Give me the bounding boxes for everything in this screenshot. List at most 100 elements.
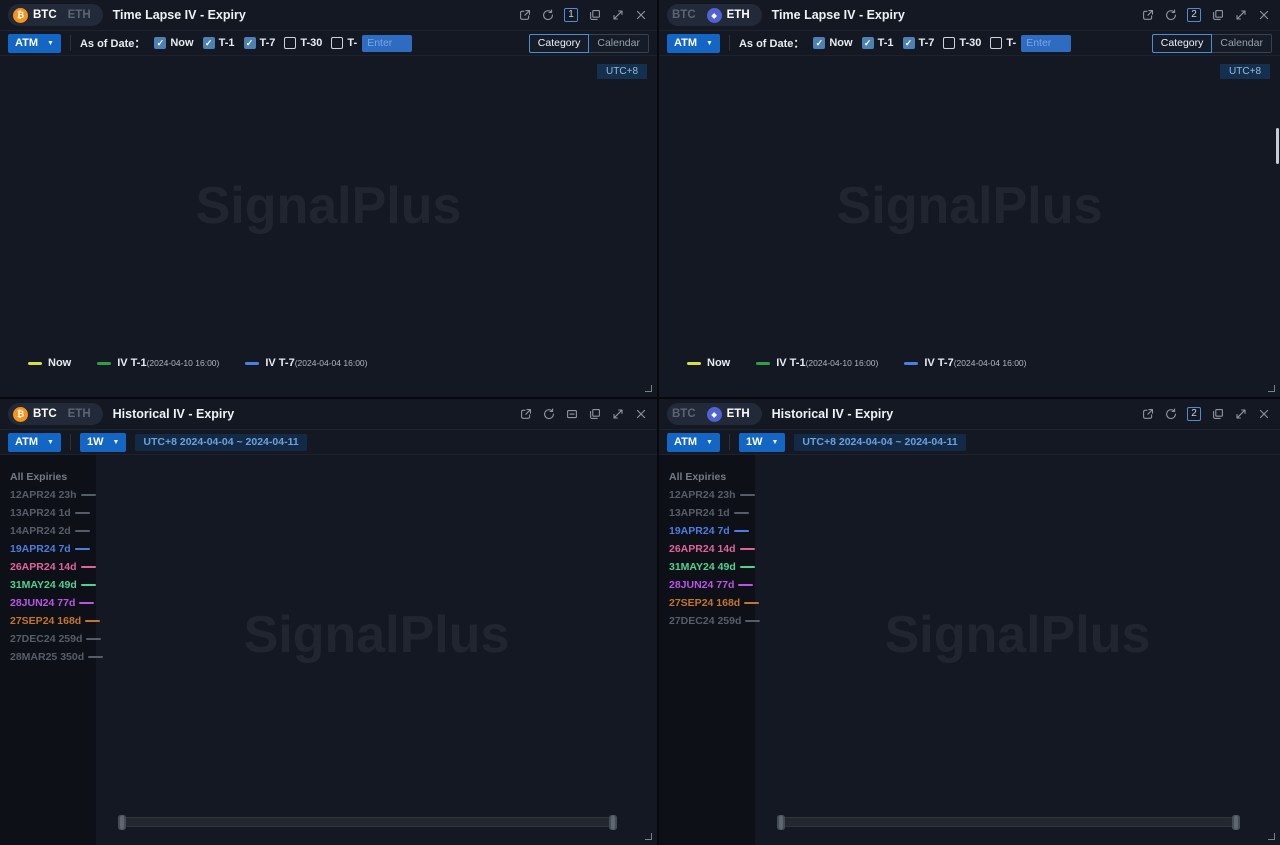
checkbox-t30[interactable]: T-30 (284, 37, 322, 49)
checkbox-now[interactable]: Now (154, 37, 193, 49)
expiry-item[interactable]: 28JUN24 77d (10, 594, 96, 612)
expiry-item[interactable]: All Expiries (10, 468, 96, 486)
asset-option-btc[interactable]: ₿ BTC (13, 407, 57, 422)
atm-dropdown[interactable]: ATM ▼ (8, 34, 61, 53)
slider-handle-right[interactable] (609, 815, 617, 830)
historical-chart[interactable] (96, 455, 657, 785)
expiry-item[interactable]: 14APR24 2d (10, 522, 96, 540)
refresh-icon[interactable] (1164, 408, 1177, 421)
window-count-badge[interactable]: 1 (564, 8, 578, 22)
expiry-item[interactable]: 12APR24 23h (10, 486, 96, 504)
slider-track[interactable] (122, 817, 613, 827)
expiry-item[interactable]: 19APR24 7d (10, 540, 96, 558)
expiry-item[interactable]: 27DEC24 259d (10, 630, 96, 648)
open-in-new-icon[interactable] (1141, 9, 1154, 22)
expiry-item[interactable]: 28JUN24 77d (669, 576, 755, 594)
scrollbar-thumb[interactable] (1276, 128, 1279, 164)
asset-option-eth[interactable]: ◆ ETH (707, 407, 750, 422)
tab-category[interactable]: Category (529, 34, 590, 53)
period-dropdown[interactable]: 1W ▼ (739, 433, 785, 452)
checkbox-t1[interactable]: T-1 (203, 37, 235, 49)
expiry-item[interactable]: 26APR24 14d (669, 540, 755, 558)
slider-handle-left[interactable] (118, 815, 126, 830)
slider-handle-left[interactable] (777, 815, 785, 830)
open-in-new-icon[interactable] (1141, 408, 1154, 421)
atm-dropdown[interactable]: ATM ▼ (8, 433, 61, 452)
asset-option-eth[interactable]: ETH (68, 408, 91, 420)
asset-toggle[interactable]: ₿ BTC ETH (8, 403, 103, 425)
timelapse-chart[interactable] (659, 56, 1280, 352)
expiry-item[interactable]: All Expiries (669, 468, 755, 486)
asset-toggle[interactable]: BTC ◆ ETH (667, 4, 762, 26)
time-range-slider[interactable] (781, 815, 1236, 830)
expiry-item[interactable]: 28MAR25 350d (10, 648, 96, 666)
expand-icon[interactable] (611, 9, 624, 22)
refresh-icon[interactable] (1164, 9, 1177, 22)
expand-icon[interactable] (1234, 9, 1247, 22)
resize-handle[interactable] (1268, 385, 1275, 392)
timelapse-chart[interactable] (0, 56, 657, 352)
open-in-new-icon[interactable] (519, 408, 532, 421)
refresh-icon[interactable] (542, 408, 555, 421)
tab-category[interactable]: Category (1152, 34, 1213, 53)
checkbox-t7[interactable]: T-7 (903, 37, 935, 49)
close-icon[interactable] (634, 9, 647, 22)
checkbox-now[interactable]: Now (813, 37, 852, 49)
asset-option-btc[interactable]: ₿ BTC (13, 8, 57, 23)
legend-item[interactable]: IV T-1(2024-04-10 16:00) (97, 357, 219, 369)
checkbox-t1[interactable]: T-1 (862, 37, 894, 49)
slider-track[interactable] (781, 817, 1236, 827)
asset-option-eth[interactable]: ◆ ETH (707, 8, 750, 23)
asset-option-eth[interactable]: ETH (68, 9, 91, 21)
t-custom-input[interactable] (362, 35, 412, 52)
window-count-badge[interactable]: 2 (1187, 8, 1201, 22)
tab-calendar[interactable]: Calendar (1212, 34, 1272, 53)
expiry-item[interactable]: 27SEP24 168d (10, 612, 96, 630)
legend-item[interactable]: IV T-1(2024-04-10 16:00) (756, 357, 878, 369)
expiry-item[interactable]: 26APR24 14d (10, 558, 96, 576)
refresh-icon[interactable] (541, 9, 554, 22)
close-icon[interactable] (634, 408, 647, 421)
period-dropdown[interactable]: 1W ▼ (80, 433, 126, 452)
expiry-item[interactable]: 27DEC24 259d (669, 612, 755, 630)
tab-calendar[interactable]: Calendar (589, 34, 649, 53)
expiry-item[interactable]: 19APR24 7d (669, 522, 755, 540)
resize-handle[interactable] (1268, 833, 1275, 840)
atm-dropdown[interactable]: ATM ▼ (667, 34, 720, 53)
expand-icon[interactable] (611, 408, 624, 421)
slider-handle-right[interactable] (1232, 815, 1240, 830)
legend-item[interactable]: Now (28, 357, 71, 369)
t-custom-input[interactable] (1021, 35, 1071, 52)
close-icon[interactable] (1257, 9, 1270, 22)
window-count-badge[interactable]: 2 (1187, 407, 1201, 421)
expiry-item[interactable]: 27SEP24 168d (669, 594, 755, 612)
legend-item[interactable]: Now (687, 357, 730, 369)
historical-chart[interactable] (755, 455, 1280, 785)
asset-toggle[interactable]: BTC ◆ ETH (667, 403, 762, 425)
resize-handle[interactable] (645, 385, 652, 392)
duplicate-icon[interactable] (1211, 408, 1224, 421)
time-range-slider[interactable] (122, 815, 613, 830)
resize-handle[interactable] (645, 833, 652, 840)
checkbox-t7[interactable]: T-7 (244, 37, 276, 49)
duplicate-icon[interactable] (588, 408, 601, 421)
window-icon[interactable] (565, 408, 578, 421)
legend-item[interactable]: IV T-7(2024-04-04 16:00) (904, 357, 1026, 369)
duplicate-icon[interactable] (1211, 9, 1224, 22)
expiry-item[interactable]: 12APR24 23h (669, 486, 755, 504)
expand-icon[interactable] (1234, 408, 1247, 421)
checkbox-t-custom[interactable]: T- (990, 37, 1016, 49)
expiry-item[interactable]: 13APR24 1d (669, 504, 755, 522)
asset-toggle[interactable]: ₿ BTC ETH (8, 4, 103, 26)
checkbox-t30[interactable]: T-30 (943, 37, 981, 49)
expiry-item[interactable]: 31MAY24 49d (669, 558, 755, 576)
duplicate-icon[interactable] (588, 9, 601, 22)
close-icon[interactable] (1257, 408, 1270, 421)
open-in-new-icon[interactable] (518, 9, 531, 22)
asset-option-btc[interactable]: BTC (672, 408, 696, 420)
expiry-item[interactable]: 31MAY24 49d (10, 576, 96, 594)
asset-option-btc[interactable]: BTC (672, 9, 696, 21)
atm-dropdown[interactable]: ATM ▼ (667, 433, 720, 452)
expiry-item[interactable]: 13APR24 1d (10, 504, 96, 522)
checkbox-t-custom[interactable]: T- (331, 37, 357, 49)
